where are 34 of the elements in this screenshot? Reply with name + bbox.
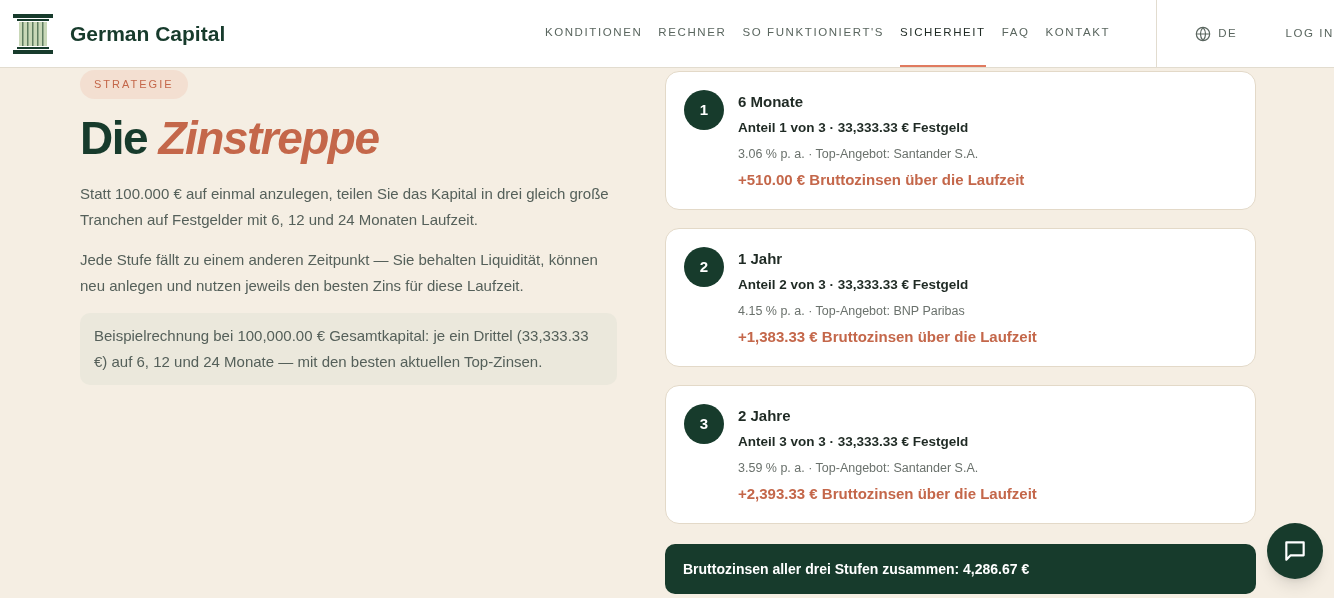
step-offer: 3.59 % p. a. · Top-Angebot: Santander S.A.	[738, 460, 980, 477]
total-text: Bruttozinsen aller drei Stufen zusammen: 4,286.67 €	[683, 559, 1030, 579]
step-share: Anteil 1 von 3 · 33,333.33 € Festgeld	[738, 119, 970, 137]
chat-bubble-icon	[1282, 538, 1308, 564]
step-number: 3	[684, 404, 724, 444]
section-title: Die Zinstreppe	[80, 112, 379, 164]
step-term: 1 Jahr	[738, 249, 784, 269]
step-term: 6 Monate	[738, 92, 804, 112]
language-button[interactable]: DE	[1195, 24, 1238, 43]
step-number: 2	[684, 247, 724, 287]
login-button[interactable]: LOG IN	[1285, 24, 1334, 43]
nav-link[interactable]: SO FUNKTIONIERT'S	[742, 0, 885, 67]
step-interest: +510.00 € Bruttozinsen über die Laufzeit	[738, 170, 1025, 190]
step-interest: +1,383.33 € Bruttozinsen über die Laufzeit	[738, 327, 1037, 347]
section-badge: STRATEGIE	[80, 70, 188, 99]
nav-link[interactable]: FAQ	[1001, 0, 1030, 67]
step-share: Anteil 2 von 3 · 33,333.33 € Festgeld	[738, 276, 970, 294]
nav-link[interactable]: KONDITIONEN	[544, 0, 643, 67]
step-offer: 3.06 % p. a. · Top-Angebot: Santander S.A.	[738, 146, 980, 163]
example-note: Beispielrechnung bei 100,000.00 € Gesamtkapital: je ein Drittel (33,333.33 €) auf 6, 12 und 24 Monate — mit den besten aktuellen Top-Zinsen.	[80, 313, 617, 386]
chat-button[interactable]	[1267, 523, 1323, 579]
step-term: 2 Jahre	[738, 406, 792, 426]
nav-link[interactable]: SICHERHEIT	[900, 0, 986, 67]
brand-name[interactable]: German Capital	[70, 17, 226, 50]
globe-icon	[1195, 25, 1212, 42]
step-offer: 4.15 % p. a. · Top-Angebot: BNP Paribas	[738, 303, 966, 320]
nav-link[interactable]: RECHNER	[658, 0, 727, 67]
column-logo-icon	[13, 13, 53, 54]
step-number: 1	[684, 90, 724, 130]
step-interest: +2,393.33 € Bruttozinsen über die Laufzeit	[738, 484, 1037, 504]
nav-link[interactable]: KONTAKT	[1045, 0, 1111, 67]
step-share: Anteil 3 von 3 · 33,333.33 € Festgeld	[738, 433, 970, 451]
intro-paragraph: Statt 100.000 € auf einmal anzulegen, teilen Sie das Kapital in drei gleich große Tranchen auf Festgelder mit 6, 12 und 24 Monaten Laufzeit.	[80, 184, 610, 231]
intro-paragraph: Jede Stufe fällt zu einem anderen Zeitpunkt — Sie behalten Liquidität, können neu anlegen und nutzen jeweils den besten Zins für diese Laufzeit.	[80, 250, 599, 297]
